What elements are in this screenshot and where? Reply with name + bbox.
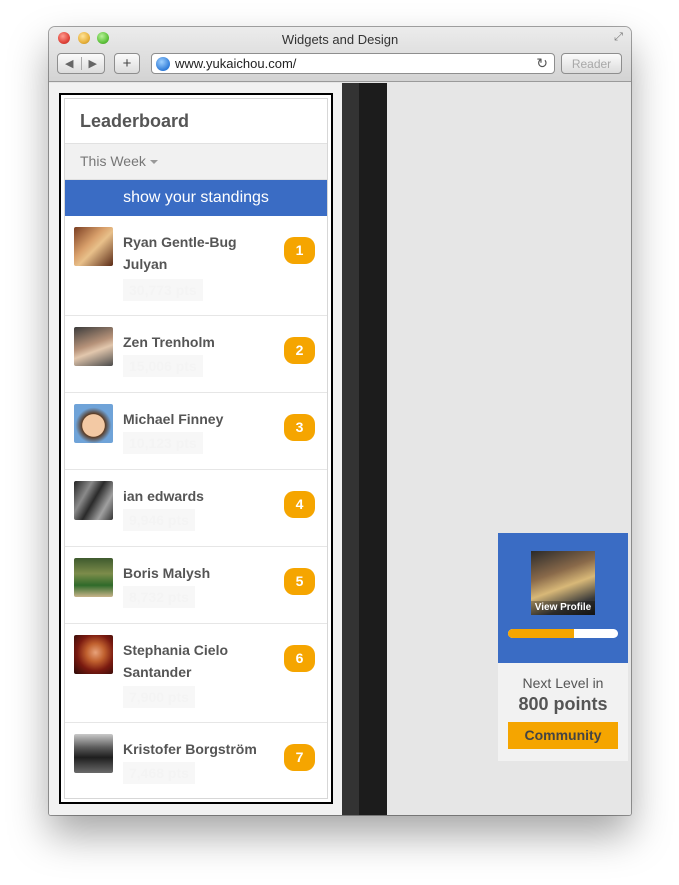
leaderboard-row[interactable]: ian edwards 9,946 pts 4: [65, 470, 327, 547]
player-points: 7,468 pts: [123, 762, 195, 784]
profile-photo[interactable]: View Profile: [531, 551, 595, 615]
avatar[interactable]: [74, 635, 113, 674]
level-progress-bar: [508, 629, 618, 638]
fullscreen-icon[interactable]: ⤢: [612, 31, 625, 44]
player-points: 7,900 pts: [123, 686, 195, 708]
rank-badge: 3: [284, 414, 315, 441]
rank-badge: 1: [284, 237, 315, 264]
avatar[interactable]: [74, 734, 113, 773]
show-standings-button[interactable]: show your standings: [65, 180, 327, 216]
leaderboard-row[interactable]: Stephania Cielo Santander 7,900 pts 6: [65, 624, 327, 723]
leaderboard-widget: Leaderboard This Week show your standing…: [64, 98, 328, 799]
player-points: 8,732 pts: [123, 586, 195, 608]
add-bookmark-button[interactable]: +: [114, 53, 140, 74]
address-bar[interactable]: www.yukaichou.com/ ↻: [151, 53, 555, 74]
rank-badge: 4: [284, 491, 315, 518]
level-progress-fill: [508, 629, 574, 638]
title-bar: Widgets and Design ⤢ ◀ ▶ + www.yukaichou…: [49, 27, 631, 82]
back-forward-buttons: ◀ ▶: [57, 53, 105, 74]
browser-window: Widgets and Design ⤢ ◀ ▶ + www.yukaichou…: [49, 27, 631, 815]
url-text: www.yukaichou.com/: [175, 56, 297, 71]
player-name[interactable]: Boris Malysh: [123, 562, 273, 584]
next-level-panel: Next Level in 800 points Community: [498, 663, 628, 761]
rank-badge: 2: [284, 337, 315, 364]
reload-icon[interactable]: ↻: [536, 55, 548, 72]
next-level-points: 800 points: [518, 694, 608, 714]
column-divider: [342, 83, 359, 815]
player-name[interactable]: Michael Finney: [123, 408, 273, 430]
avatar[interactable]: [74, 404, 113, 443]
player-name[interactable]: Stephania Cielo Santander: [123, 639, 273, 683]
avatar[interactable]: [74, 227, 113, 266]
leaderboard-frame: Leaderboard This Week show your standing…: [59, 93, 333, 804]
page-content: Leaderboard This Week show your standing…: [49, 83, 631, 815]
rank-badge: 6: [284, 645, 315, 672]
view-profile-link[interactable]: View Profile: [531, 601, 595, 615]
back-icon[interactable]: ◀: [58, 57, 81, 70]
community-button[interactable]: Community: [508, 722, 618, 749]
leaderboard-row[interactable]: Zen Trenholm 15,006 pts 2: [65, 316, 327, 393]
period-dropdown[interactable]: This Week: [65, 144, 327, 180]
player-points: 10,123 pts: [123, 432, 203, 454]
leaderboard-title: Leaderboard: [65, 99, 327, 144]
leaderboard-row[interactable]: Boris Malysh 8,732 pts 5: [65, 547, 327, 624]
avatar[interactable]: [74, 481, 113, 520]
window-title: Widgets and Design: [281, 32, 399, 47]
globe-icon: [156, 56, 170, 71]
player-points: 30,773 pts: [123, 279, 203, 301]
player-points: 9,946 pts: [123, 509, 195, 531]
avatar[interactable]: [74, 558, 113, 597]
forward-icon[interactable]: ▶: [80, 57, 105, 70]
player-name[interactable]: Kristofer Borgström: [123, 738, 273, 760]
profile-card: View Profile: [498, 533, 628, 663]
rank-badge: 7: [284, 744, 315, 771]
player-points: 15,006 pts: [123, 355, 203, 377]
player-name[interactable]: Ryan Gentle-Bug Julyan: [123, 231, 273, 275]
avatar[interactable]: [74, 327, 113, 366]
leaderboard-row[interactable]: Kristofer Borgström 7,468 pts 7: [65, 723, 327, 798]
caret-down-icon: [149, 160, 158, 165]
rank-badge: 5: [284, 568, 315, 595]
leaderboard-row[interactable]: Michael Finney 10,123 pts 3: [65, 393, 327, 470]
reader-button[interactable]: Reader: [561, 53, 622, 74]
leaderboard-row[interactable]: Ryan Gentle-Bug Julyan 30,773 pts 1: [65, 216, 327, 316]
column-divider-dark: [359, 83, 387, 815]
next-level-label: Next Level in: [522, 675, 604, 691]
player-name[interactable]: Zen Trenholm: [123, 331, 273, 353]
player-name[interactable]: ian edwards: [123, 485, 273, 507]
period-label: This Week: [80, 153, 146, 169]
left-pane: Leaderboard This Week show your standing…: [49, 83, 342, 815]
